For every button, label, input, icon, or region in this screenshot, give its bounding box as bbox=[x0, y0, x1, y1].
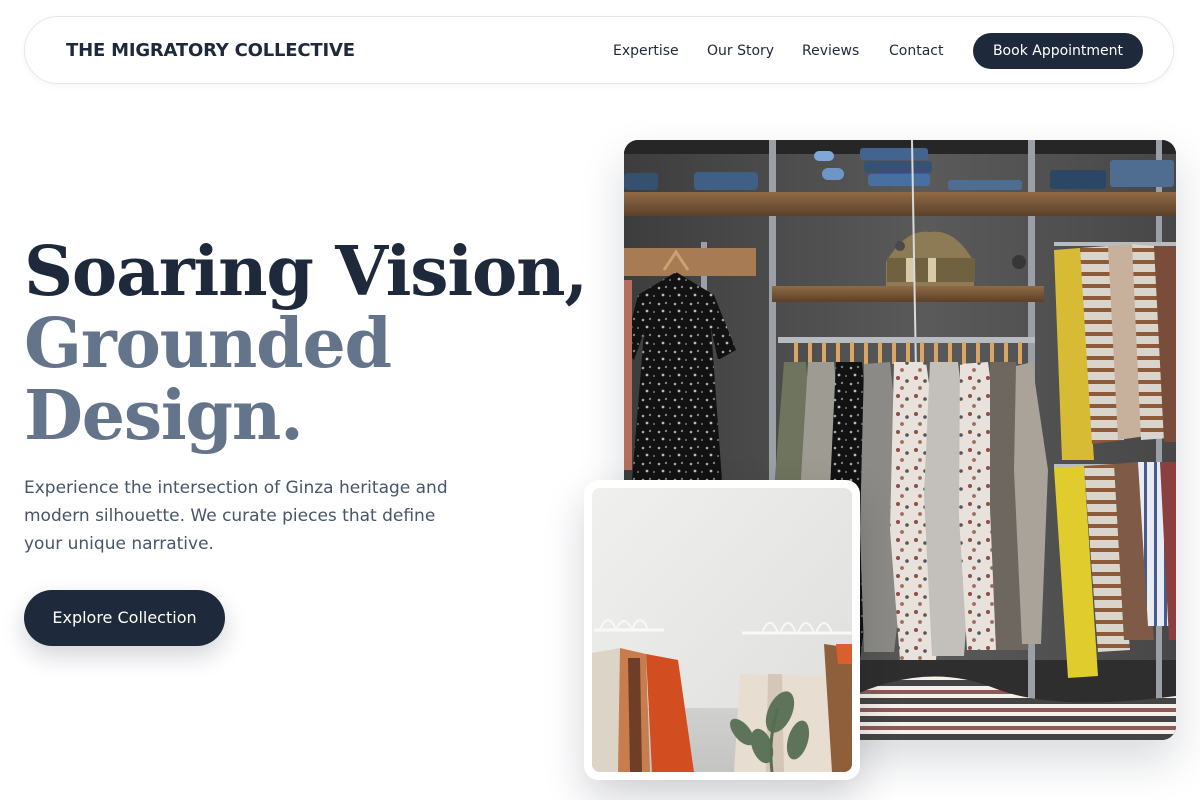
hero-title-line-3: Design. bbox=[24, 376, 304, 456]
brand-logo[interactable]: THE MIGRATORY COLLECTIVE bbox=[66, 17, 355, 85]
nav-link-expertise[interactable]: Expertise bbox=[613, 17, 679, 85]
book-appointment-button[interactable]: Book Appointment bbox=[973, 33, 1143, 69]
secondary-image-card bbox=[584, 480, 860, 780]
nav-link-our-story[interactable]: Our Story bbox=[707, 17, 774, 85]
hero-title: Soaring Vision, Grounded Design. bbox=[24, 232, 588, 456]
nav-link-contact[interactable]: Contact bbox=[889, 17, 943, 85]
explore-collection-button[interactable]: Explore Collection bbox=[24, 590, 225, 646]
hero-description: Experience the intersection of Ginza her… bbox=[24, 478, 448, 554]
hero-title-line-2: Grounded bbox=[24, 304, 392, 384]
minimal-clothing-rack-image bbox=[592, 488, 852, 772]
nav-link-reviews[interactable]: Reviews bbox=[802, 17, 859, 85]
hero-title-line-1: Soaring Vision, bbox=[24, 232, 588, 312]
site-header: THE MIGRATORY COLLECTIVE Expertise Our S… bbox=[24, 16, 1174, 84]
